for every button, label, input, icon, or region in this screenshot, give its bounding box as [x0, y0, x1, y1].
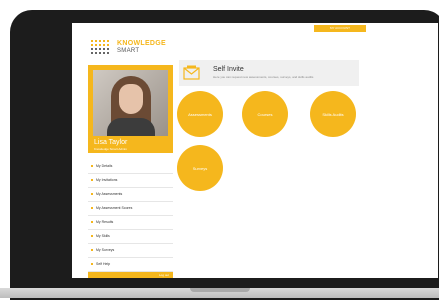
sidebar-item-my-surveys[interactable]: My Surveys [88, 244, 173, 258]
avatar [93, 70, 168, 136]
page-description: Here you can request new assessments, co… [213, 75, 314, 79]
sidebar-item-label: Self Help [96, 262, 111, 266]
logo-mark-icon [91, 40, 109, 54]
bullet-icon [91, 193, 93, 195]
skills-audits-button[interactable]: Skills Audits [310, 91, 356, 137]
assessments-label: Assessments [188, 111, 212, 117]
sidebar-item-label: My Assessments [96, 192, 123, 196]
logo-text-smart: SMART [117, 48, 140, 54]
profile-role: Knowledge Smart Admin [94, 147, 127, 151]
logo-text-knowledge: KNOWLEDGE [117, 40, 166, 47]
assessments-button[interactable]: Assessments [177, 91, 223, 137]
self-invite-panel: Self Invite Here you can request new ass… [179, 60, 359, 86]
sidebar-item-label: My Assessment Scores [96, 206, 133, 210]
sidebar-item-my-details[interactable]: My Details [88, 160, 173, 174]
bullet-icon [91, 235, 93, 237]
profile-card: Lisa Taylor Knowledge Smart Admin [88, 65, 173, 153]
device-stand-notch [190, 288, 250, 292]
logo[interactable]: KNOWLEDGE SMART [90, 35, 170, 55]
screen: MY ACCOUNT KNOWLEDGE SMART Lisa Taylor K… [72, 23, 438, 278]
sidebar-item-label: My Surveys [96, 248, 115, 252]
sidebar-item-label: My Invitations [96, 178, 118, 182]
bullet-icon [91, 165, 93, 167]
avatar-body [107, 118, 155, 136]
surveys-label: Surveys [192, 165, 208, 171]
sidebar-item-label: My Details [96, 164, 113, 168]
logout-button[interactable]: Log out [88, 272, 173, 278]
courses-label: Courses [257, 111, 273, 117]
logout-label: Log out [158, 273, 169, 277]
surveys-button[interactable]: Surveys [177, 145, 223, 191]
bullet-icon [91, 207, 93, 209]
skills-audits-label: Skills Audits [322, 111, 344, 117]
envelope-icon [183, 65, 200, 80]
courses-button[interactable]: Courses [242, 91, 288, 137]
bullet-icon [91, 249, 93, 251]
sidebar-item-my-assessment-scores[interactable]: My Assessment Scores [88, 202, 173, 216]
avatar-face [119, 84, 143, 114]
sidebar-item-my-assessments[interactable]: My Assessments [88, 188, 173, 202]
profile-name: Lisa Taylor [94, 139, 128, 146]
sidebar-item-self-help[interactable]: Self Help [88, 258, 173, 272]
sidebar-item-label: My Skills [96, 234, 110, 238]
sidebar-menu: My Details My Invitations My Assessments… [88, 160, 173, 272]
bullet-icon [91, 263, 93, 265]
bullet-icon [91, 221, 93, 223]
bullet-icon [91, 179, 93, 181]
sidebar-item-my-skills[interactable]: My Skills [88, 230, 173, 244]
sidebar-item-my-invitations[interactable]: My Invitations [88, 174, 173, 188]
page-title: Self Invite [213, 66, 244, 73]
my-account-button[interactable]: MY ACCOUNT [314, 25, 366, 32]
sidebar-item-label: My Results [96, 220, 114, 224]
sidebar-item-my-results[interactable]: My Results [88, 216, 173, 230]
